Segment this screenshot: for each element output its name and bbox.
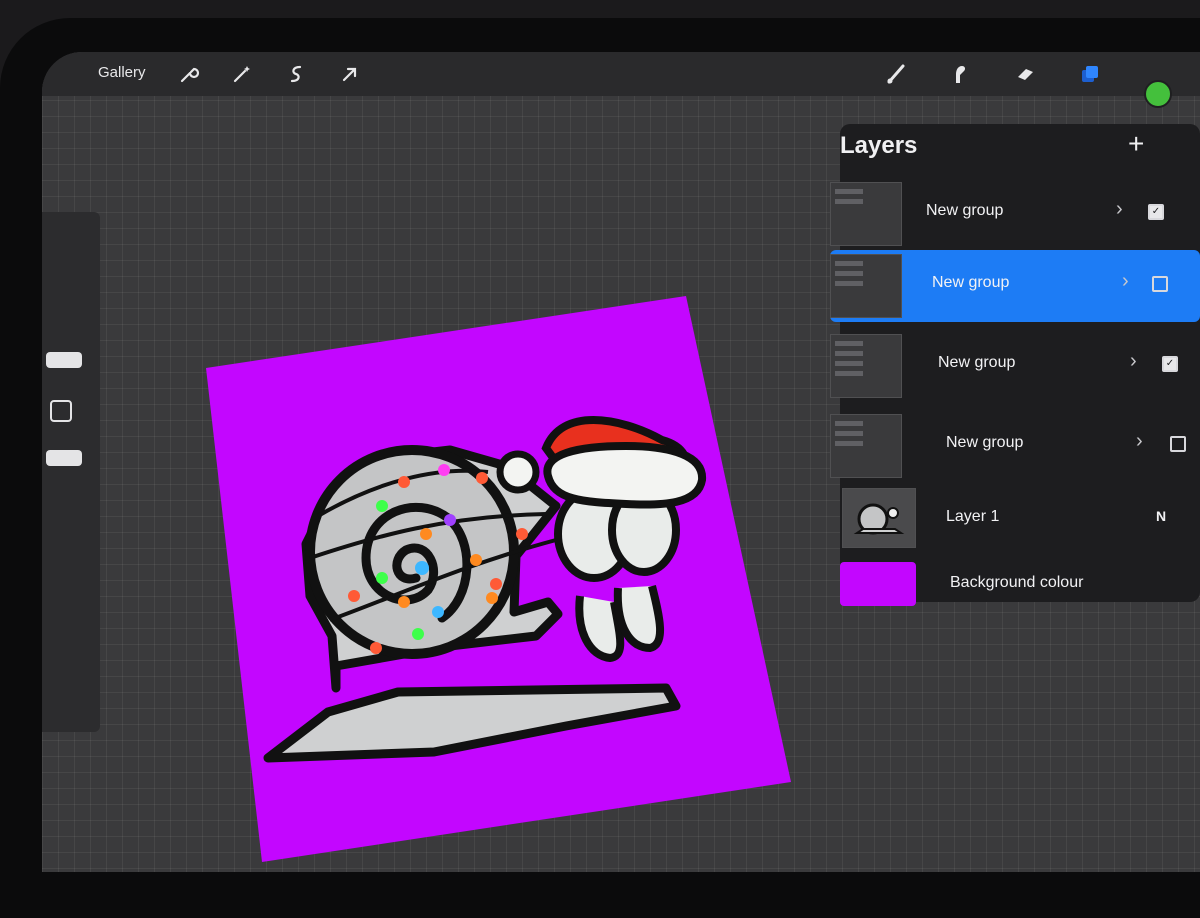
layer-name: New group	[946, 434, 1024, 451]
santa-hat-pompom	[496, 450, 540, 494]
visibility-checkbox[interactable]: ✓	[1162, 356, 1178, 372]
opacity-slider[interactable]	[46, 450, 82, 466]
expand-group-chevron-icon[interactable]: ›	[1130, 350, 1137, 373]
eraser-icon[interactable]	[1014, 62, 1038, 86]
selection-icon[interactable]	[284, 62, 308, 86]
brush-icon[interactable]	[884, 62, 908, 86]
expand-group-chevron-icon[interactable]: ›	[1122, 270, 1129, 293]
visibility-checkbox[interactable]	[1152, 276, 1168, 292]
top-toolbar: Gallery	[42, 52, 1200, 96]
background-colour-label: Background colour	[950, 574, 1084, 591]
smudge-icon[interactable]	[948, 62, 972, 86]
layer-name: New group	[932, 274, 1010, 291]
background-colour-swatch[interactable]	[840, 562, 916, 606]
layer-row[interactable]: Layer 1 N	[830, 484, 1200, 556]
visibility-checkbox[interactable]: ✓	[1148, 204, 1164, 220]
magic-wand-icon[interactable]	[230, 62, 254, 86]
layer-thumbnail	[830, 182, 902, 246]
blend-mode-button[interactable]: N	[1156, 508, 1166, 524]
santa-hat-trim	[543, 441, 707, 509]
layer-name: New group	[926, 202, 1004, 219]
layer-row[interactable]: New group ›	[830, 410, 1200, 482]
add-layer-button[interactable]: +	[1128, 128, 1144, 160]
layer-row[interactable]: New group › ✓	[830, 178, 1200, 250]
layer-name: New group	[938, 354, 1016, 371]
transform-arrow-icon[interactable]	[338, 62, 362, 86]
background-colour-row[interactable]: Background colour	[840, 556, 1200, 628]
layer-row[interactable]: New group ›	[830, 250, 1200, 322]
layer-thumbnail	[830, 254, 902, 318]
artwork-canvas[interactable]	[206, 296, 791, 862]
layer-row[interactable]: New group › ✓	[830, 330, 1200, 402]
brush-size-slider[interactable]	[46, 352, 82, 368]
visibility-checkbox[interactable]	[1170, 436, 1186, 452]
layers-icon[interactable]	[1078, 62, 1102, 86]
expand-group-chevron-icon[interactable]: ›	[1136, 430, 1143, 453]
procreate-screen: Gallery ↶ ↷	[42, 52, 1200, 872]
expand-group-chevron-icon[interactable]: ›	[1116, 198, 1123, 221]
layer-thumbnail	[830, 334, 902, 398]
layer-name: Layer 1	[946, 508, 1000, 525]
modify-button[interactable]	[50, 400, 72, 422]
wrench-icon[interactable]	[176, 62, 200, 86]
layers-panel: Layers + New group › ✓ New group › New g…	[830, 124, 1200, 606]
left-sidebar: ↶ ↷	[42, 212, 100, 732]
layer-thumbnail	[830, 414, 902, 478]
gallery-button[interactable]: Gallery	[98, 64, 146, 81]
color-picker-button[interactable]	[1144, 80, 1172, 108]
layers-title: Layers	[840, 132, 918, 159]
layer-thumbnail	[842, 488, 916, 548]
